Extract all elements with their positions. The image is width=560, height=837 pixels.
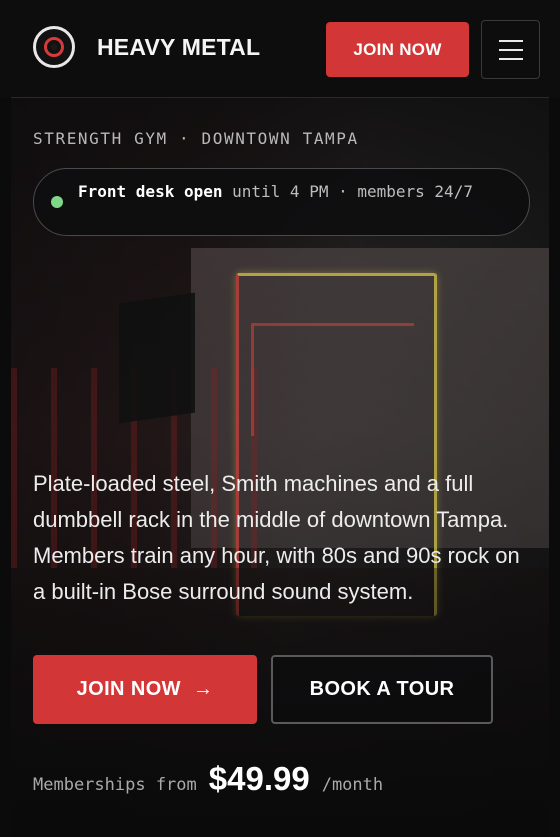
brand-name[interactable]: HEAVY METAL [97,34,260,61]
hero-eyebrow: STRENGTH GYM · DOWNTOWN TAMPA [33,129,359,148]
site-header: HEAVY METAL JOIN NOW [0,0,560,97]
arrow-right-icon: → [192,678,214,700]
record-disc-logo-icon[interactable] [33,26,75,68]
hamburger-menu-icon [499,40,523,42]
status-strong: Front desk open [78,182,223,201]
hamburger-menu-icon [499,49,523,51]
neon-light-image [251,323,414,436]
front-desk-status-pill: Front desk open until 4 PM · members 24/… [33,168,530,236]
hamburger-menu-icon [499,58,523,60]
book-tour-button[interactable]: BOOK A TOUR [271,655,493,724]
status-rest: until 4 PM · members 24/7 [222,182,473,201]
menu-button[interactable] [481,20,540,79]
join-now-label: JOIN NOW [76,678,181,700]
hero-section: STRENGTH GYM · DOWNTOWN TAMPA Front desk… [11,97,549,837]
price-value: $49.99 [208,760,310,797]
pricing-suffix: /month [321,775,384,795]
join-now-header-button[interactable]: JOIN NOW [326,22,469,77]
membership-pricing: Memberships from $49.99 /month [33,760,383,798]
status-text: Front desk open until 4 PM · members 24/… [78,180,518,203]
hero-description: Plate-loaded steel, Smith machines and a… [33,471,520,604]
join-now-button[interactable]: JOIN NOW → [33,655,257,724]
status-dot-icon [51,196,63,208]
pricing-prefix: Memberships from [33,775,197,795]
gym-tv-image [119,292,195,424]
